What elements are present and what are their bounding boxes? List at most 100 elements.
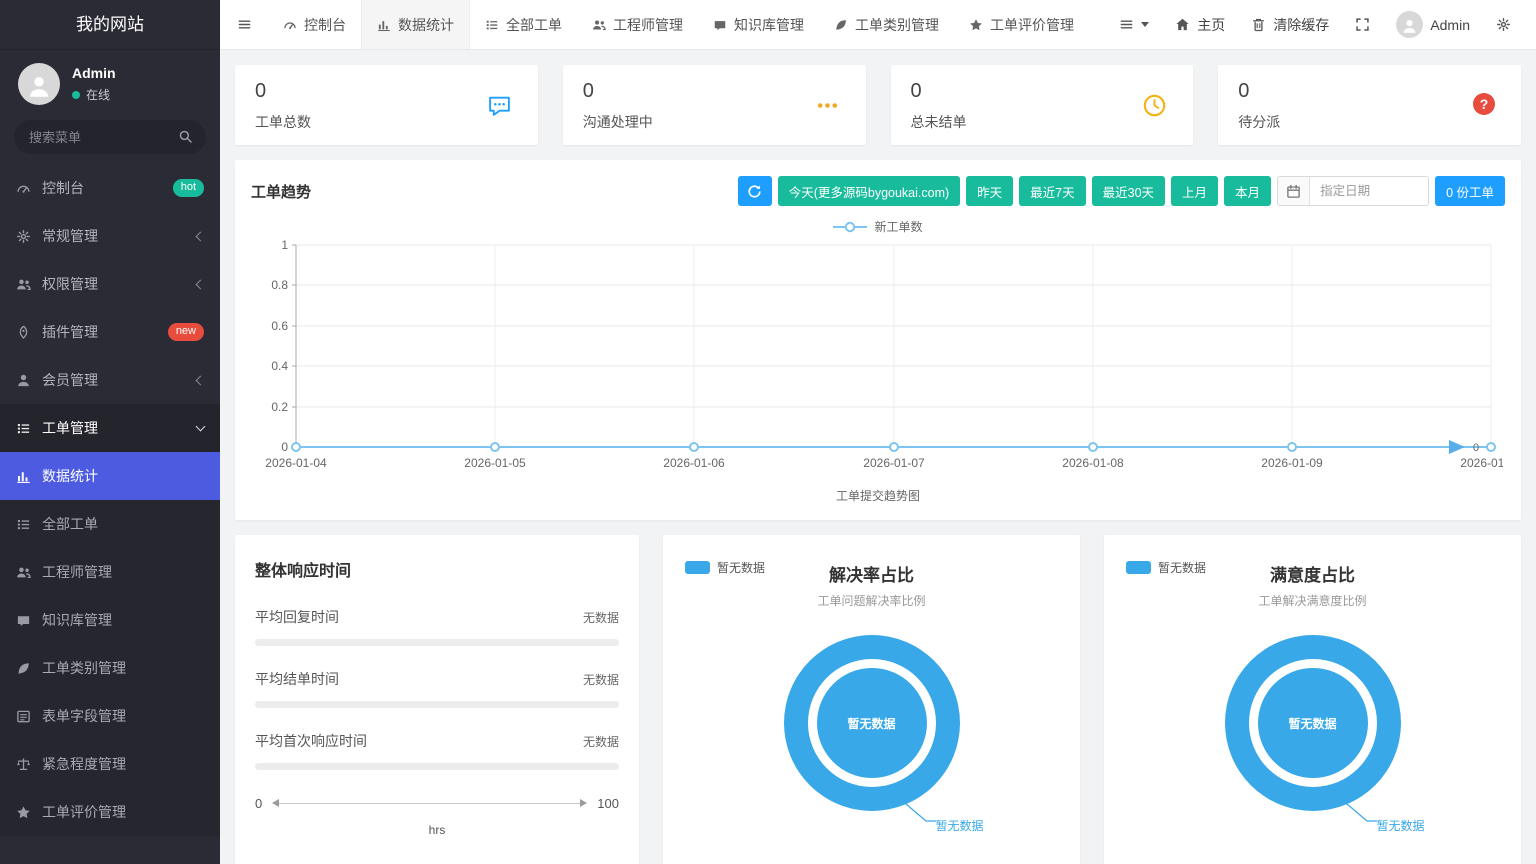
- response-metric-value: 无数据: [583, 609, 619, 626]
- range-today-button[interactable]: 今天(更多源码bygoukai.com): [778, 176, 960, 206]
- tab-statistics[interactable]: 数据统计: [361, 0, 470, 49]
- star-icon: [969, 18, 983, 32]
- sidebar-item-label: 权限管理: [42, 274, 98, 294]
- clock-icon: [1142, 93, 1167, 118]
- line-legend-icon: [833, 221, 867, 233]
- calendar-icon[interactable]: [1278, 177, 1310, 205]
- leaf-icon: [16, 661, 31, 676]
- fullscreen-button[interactable]: [1344, 0, 1381, 50]
- stat-label: 总未结单: [911, 112, 1174, 132]
- sidebar-item-general[interactable]: 常规管理: [0, 212, 220, 260]
- scales-icon: [16, 757, 31, 772]
- main-area: 控制台 数据统计 全部工单 工程师管理 知识库管理 工单类别管理: [220, 0, 1536, 864]
- tab-ratings[interactable]: 工单评价管理: [954, 0, 1089, 49]
- sidebar-item-label: 会员管理: [42, 370, 98, 390]
- expand-icon: [1355, 17, 1370, 32]
- list-icon: [1119, 17, 1134, 32]
- stat-value: 0: [911, 80, 1174, 103]
- pie-legend[interactable]: 暂无数据: [685, 559, 765, 576]
- callout-line: [1323, 783, 1379, 829]
- gear-icon: [1496, 17, 1511, 32]
- tab-label: 工单类别管理: [855, 15, 939, 35]
- tab-knowledge[interactable]: 知识库管理: [698, 0, 819, 49]
- sidebar-subitem-label: 紧急程度管理: [42, 754, 126, 774]
- form-icon: [16, 709, 31, 724]
- sidebar-subitem-all-tickets[interactable]: 全部工单: [0, 500, 220, 548]
- progress-track: [255, 639, 619, 646]
- sidebar-subitem-statistics[interactable]: 数据统计: [0, 452, 220, 500]
- sidebar-item-label: 常规管理: [42, 226, 98, 246]
- sidebar-subitem-urgency[interactable]: 紧急程度管理: [0, 740, 220, 788]
- home-link[interactable]: 主页: [1164, 0, 1236, 50]
- trend-header: 工单趋势 今天(更多源码bygoukai.com) 昨天 最近7天 最近30天 …: [251, 176, 1505, 206]
- pie-legend[interactable]: 暂无数据: [1126, 559, 1206, 576]
- y-tick: 0.6: [271, 319, 288, 333]
- range-thismonth-button[interactable]: 本月: [1224, 176, 1271, 206]
- y-tick: 0.8: [271, 278, 288, 292]
- sidebar-subitem-ratings[interactable]: 工单评价管理: [0, 788, 220, 836]
- sidebar-subitem-knowledge[interactable]: 知识库管理: [0, 596, 220, 644]
- range-lastmonth-button[interactable]: 上月: [1171, 176, 1218, 206]
- y-tick: 0.2: [271, 400, 288, 414]
- tab-all-tickets[interactable]: 全部工单: [470, 0, 577, 49]
- chevron-left-icon: [196, 375, 206, 385]
- stat-value: 0: [583, 80, 846, 103]
- trend-line-chart: 1 0.8 0.6 0.4 0.2 0 2026-01-04 2026-01-0…: [251, 235, 1503, 483]
- range-30days-button[interactable]: 最近30天: [1092, 176, 1165, 206]
- hot-badge: hot: [173, 179, 204, 196]
- sidebar-subitem-form-fields[interactable]: 表单字段管理: [0, 692, 220, 740]
- tab-list-dropdown[interactable]: [1108, 0, 1160, 50]
- sidebar-subitem-engineers[interactable]: 工程师管理: [0, 548, 220, 596]
- range-7days-button[interactable]: 最近7天: [1019, 176, 1085, 206]
- sidebar-item-plugins[interactable]: 插件管理 new: [0, 308, 220, 356]
- list-icon: [485, 18, 499, 32]
- chart-legend[interactable]: 新工单数: [251, 218, 1505, 235]
- caret-down-icon: [1141, 22, 1149, 27]
- tab-label: 工程师管理: [613, 15, 683, 35]
- tab-engineers[interactable]: 工程师管理: [577, 0, 698, 49]
- sidebar-item-permissions[interactable]: 权限管理: [0, 260, 220, 308]
- stats-row: 0 工单总数 0 沟通处理中 0 总未结单 0 待分派 ?: [235, 65, 1521, 145]
- chevron-left-icon: [196, 279, 206, 289]
- response-metric-label: 平均回复时间: [255, 607, 339, 627]
- sidebar-toggle-button[interactable]: [220, 0, 268, 49]
- response-row: 平均回复时间 无数据: [255, 607, 619, 646]
- chevron-down-icon: [196, 422, 206, 432]
- x-tick: 2026-01-05: [464, 456, 526, 470]
- bar-chart-icon: [377, 18, 391, 32]
- legend-swatch-icon: [685, 561, 710, 574]
- user-menu[interactable]: Admin: [1385, 0, 1481, 50]
- callout-label: 暂无数据: [936, 817, 984, 834]
- clear-cache-button[interactable]: 清除缓存: [1240, 0, 1340, 50]
- date-input[interactable]: [1310, 177, 1428, 205]
- sidebar-item-console[interactable]: 控制台 hot: [0, 164, 220, 212]
- response-metric-label: 平均结单时间: [255, 669, 339, 689]
- home-label: 主页: [1197, 15, 1225, 35]
- tab-console[interactable]: 控制台: [268, 0, 361, 49]
- end-value-label: 0: [1473, 442, 1479, 454]
- tab-label: 控制台: [304, 15, 346, 35]
- slider-track[interactable]: [274, 803, 585, 804]
- sidebar-item-workorders[interactable]: 工单管理: [0, 404, 220, 452]
- ticket-count-button[interactable]: 0 份工单: [1435, 176, 1505, 206]
- response-time-card: 整体响应时间 平均回复时间 无数据 平均结单时间 无数据: [235, 535, 639, 864]
- pie-legend-label: 暂无数据: [1158, 559, 1206, 576]
- range-yesterday-button[interactable]: 昨天: [966, 176, 1013, 206]
- star-icon: [16, 805, 31, 820]
- tab-categories[interactable]: 工单类别管理: [819, 0, 954, 49]
- users-icon: [16, 565, 31, 580]
- tab-label: 数据统计: [398, 15, 454, 35]
- sidebar-item-members[interactable]: 会员管理: [0, 356, 220, 404]
- slider-min-label: 0: [255, 796, 262, 811]
- x-tick: 2026-01-04: [265, 456, 327, 470]
- donut-center-label: 暂无数据: [817, 668, 927, 778]
- user-name: Admin: [72, 65, 116, 81]
- sidebar-subitem-categories[interactable]: 工单类别管理: [0, 644, 220, 692]
- stat-label: 待分派: [1238, 112, 1501, 132]
- stat-card-unclosed: 0 总未结单: [891, 65, 1194, 145]
- settings-button[interactable]: [1485, 0, 1522, 50]
- user-avatar[interactable]: [18, 63, 60, 105]
- menu-search: [14, 120, 206, 154]
- refresh-button[interactable]: [738, 176, 772, 206]
- axis-arrow-icon: [1449, 440, 1465, 454]
